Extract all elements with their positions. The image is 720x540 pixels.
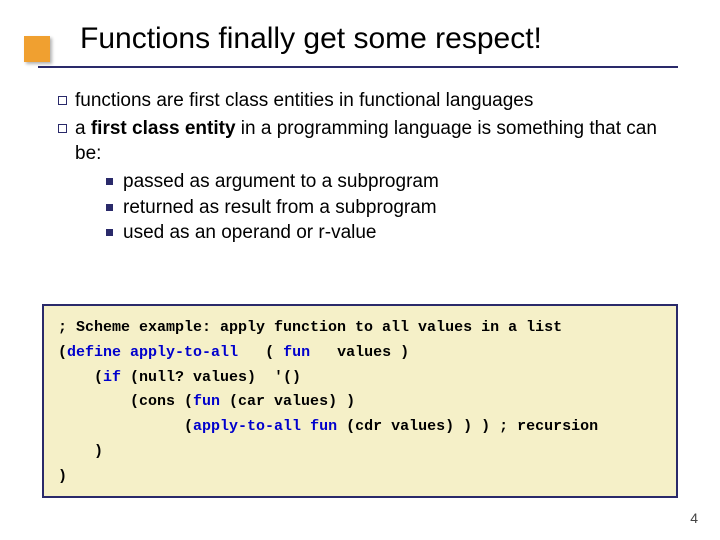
- square-bullet-icon: [58, 96, 67, 105]
- sub-bullet-item: passed as argument to a subprogram: [106, 169, 678, 195]
- bullet-text: a first class entity in a programming la…: [75, 116, 678, 167]
- sub-bullet-text: used as an operand or r-value: [123, 220, 678, 246]
- filled-square-bullet-icon: [106, 178, 113, 185]
- parameter-name: fun: [283, 344, 310, 361]
- code-fragment: (: [58, 344, 67, 361]
- code-fragment: (car values) ): [220, 393, 355, 410]
- sub-bullet-list: passed as argument to a subprogram retur…: [106, 169, 678, 246]
- code-example-box: ; Scheme example: apply function to all …: [42, 304, 678, 498]
- square-bullet-icon: [58, 124, 67, 133]
- slide-title: Functions finally get some respect!: [80, 22, 542, 56]
- code-line: ; Scheme example: apply function to all …: [58, 319, 562, 336]
- parameter-ref: fun: [310, 418, 337, 435]
- keyword-define: define: [67, 344, 121, 361]
- page-number: 4: [690, 510, 698, 526]
- code-fragment: (null? values) '(): [121, 369, 301, 386]
- sub-bullet-text: passed as argument to a subprogram: [123, 169, 678, 195]
- horizontal-rule: [38, 66, 678, 68]
- sub-bullet-item: returned as result from a subprogram: [106, 195, 678, 221]
- bullet-text: functions are first class entities in fu…: [75, 88, 678, 114]
- code-fragment: (cdr values) ) ) ; recursion: [337, 418, 598, 435]
- function-name: apply-to-all: [130, 344, 238, 361]
- sub-bullet-text: returned as result from a subprogram: [123, 195, 678, 221]
- title-container: Functions finally get some respect!: [80, 22, 542, 56]
- function-call: fun: [193, 393, 220, 410]
- code-fragment: [301, 418, 310, 435]
- keyword-if: if: [103, 369, 121, 386]
- filled-square-bullet-icon: [106, 204, 113, 211]
- content-area: functions are first class entities in fu…: [58, 88, 678, 246]
- function-call: apply-to-all: [193, 418, 301, 435]
- code-fragment: (: [58, 369, 103, 386]
- code-fragment: [121, 344, 130, 361]
- text-fragment: a: [75, 118, 91, 139]
- code-fragment: values ): [310, 344, 409, 361]
- code-fragment: (: [238, 344, 283, 361]
- code-fragment: (: [58, 418, 193, 435]
- decorative-square: [24, 36, 50, 62]
- code-line: ): [58, 443, 103, 460]
- code-line: ): [58, 468, 67, 485]
- sub-bullet-item: used as an operand or r-value: [106, 220, 678, 246]
- bullet-item: functions are first class entities in fu…: [58, 88, 678, 114]
- bullet-item: a first class entity in a programming la…: [58, 116, 678, 167]
- emphasized-text: first class entity: [91, 118, 236, 139]
- filled-square-bullet-icon: [106, 229, 113, 236]
- code-fragment: (cons (: [58, 393, 193, 410]
